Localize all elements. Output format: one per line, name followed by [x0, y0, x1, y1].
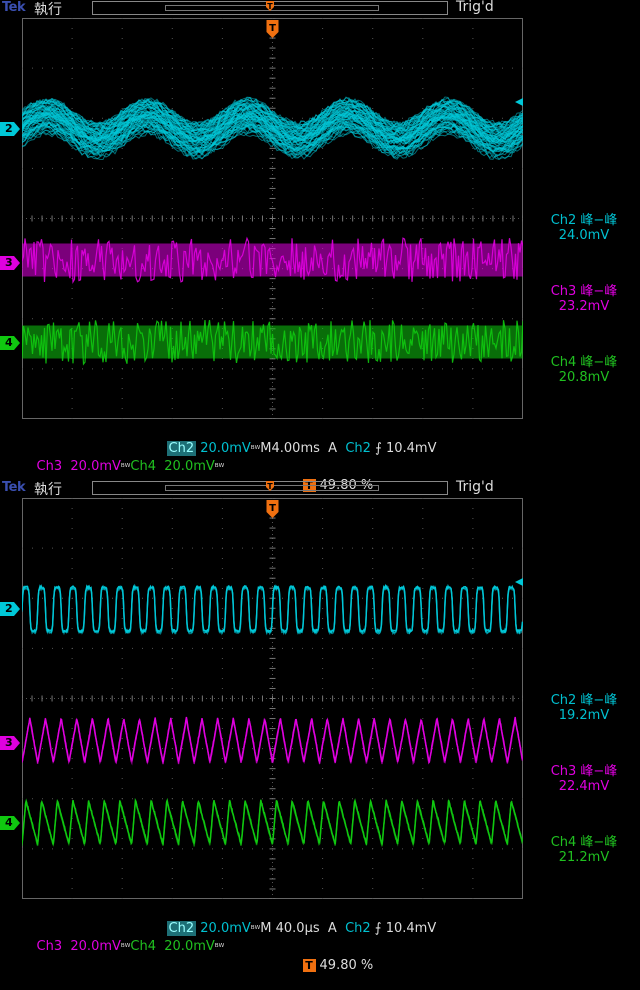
trigger-slope-icon: ⨍: [375, 441, 382, 456]
ch4-marker: 4: [0, 816, 20, 830]
measurement-ch2: Ch2 峰−峰 19.2mV: [528, 693, 640, 723]
trigger-level-marker-icon: [515, 578, 523, 586]
trigger-point-icon: T: [267, 500, 279, 518]
trigger-state: Trig'd: [456, 0, 494, 15]
status-row-2: Ch3 20.0mVᴮᵂCh4 20.0mVᴮᵂ: [20, 923, 224, 972]
trigger-position-icon: T: [265, 481, 275, 495]
scope-screen-top: Tek 執行 T Trig'd T 2 3 4 Ch2 峰−峰 24.0mV Ch…: [0, 0, 640, 480]
ch4-scale: 20.0mV: [164, 939, 215, 954]
timebase: M4.00ms: [260, 441, 320, 456]
scope-screen-bottom: Tek 執行 T Trig'd T 2 3 4 Ch2 峰−峰 19.2mV Ch…: [0, 480, 640, 960]
status-top-bar: Tek 執行 T Trig'd: [0, 480, 640, 498]
ch3-scale-label: Ch3: [37, 939, 63, 954]
trigger-position: 49.80 %: [320, 958, 374, 973]
ch4-scale-label: Ch4: [130, 459, 156, 474]
trigger-mode: A: [328, 921, 337, 936]
measurement-ch2: Ch2 峰−峰 24.0mV: [528, 213, 640, 243]
svg-text:T: T: [269, 23, 276, 34]
measurement-ch3: Ch3 峰−峰 23.2mV: [528, 284, 640, 314]
trigger-position-row: T 49.80 %: [286, 942, 373, 990]
trace-ch3: [22, 717, 522, 764]
ch3-scale-label: Ch3: [37, 459, 63, 474]
trigger-mode: A: [328, 441, 337, 456]
trigger-source: Ch2: [345, 921, 371, 936]
ch3-marker: 3: [0, 256, 20, 270]
ch3-scale: 20.0mV: [70, 939, 121, 954]
run-state: 執行: [34, 0, 62, 19]
trigger-level: 10.4mV: [386, 921, 437, 936]
svg-text:T: T: [267, 482, 273, 491]
measurement-ch4: Ch4 峰−峰 20.8mV: [528, 355, 640, 385]
ch4-scale-label: Ch4: [130, 939, 156, 954]
trigger-level: 10.4mV: [386, 441, 437, 456]
graticule-bottom: T: [22, 498, 523, 899]
trigger-slope-icon: ⨍: [375, 921, 382, 936]
trigger-level-marker-icon: [515, 98, 523, 106]
trigger-state: Trig'd: [456, 479, 494, 495]
ch4-marker: 4: [0, 336, 20, 350]
trace-ch3-band: [22, 244, 523, 277]
svg-text:T: T: [267, 2, 273, 11]
ch4-scale: 20.0mV: [164, 459, 215, 474]
trace-ch2: [22, 586, 522, 634]
svg-text:T: T: [269, 503, 276, 514]
measurement-ch3: Ch3 峰−峰 22.4mV: [528, 764, 640, 794]
ch2-marker: 2: [0, 122, 20, 136]
measurement-ch4: Ch4 峰−峰 21.2mV: [528, 835, 640, 865]
trigger-point-icon: T: [267, 20, 279, 38]
timebase: M 40.0µs: [260, 921, 319, 936]
brand-logo: Tek: [2, 0, 25, 15]
brand-logo: Tek: [2, 480, 25, 495]
ch2-marker: 2: [0, 602, 20, 616]
status-top-bar: Tek 執行 T Trig'd: [0, 0, 640, 18]
trigger-badge-icon: T: [303, 959, 316, 972]
run-state: 執行: [34, 479, 62, 499]
ch3-scale: 20.0mV: [70, 459, 121, 474]
graticule-top: T: [22, 18, 523, 419]
trace-ch4-band: [22, 326, 523, 359]
trigger-source: Ch2: [345, 441, 371, 456]
ch3-marker: 3: [0, 736, 20, 750]
trigger-position-icon: T: [265, 1, 275, 15]
